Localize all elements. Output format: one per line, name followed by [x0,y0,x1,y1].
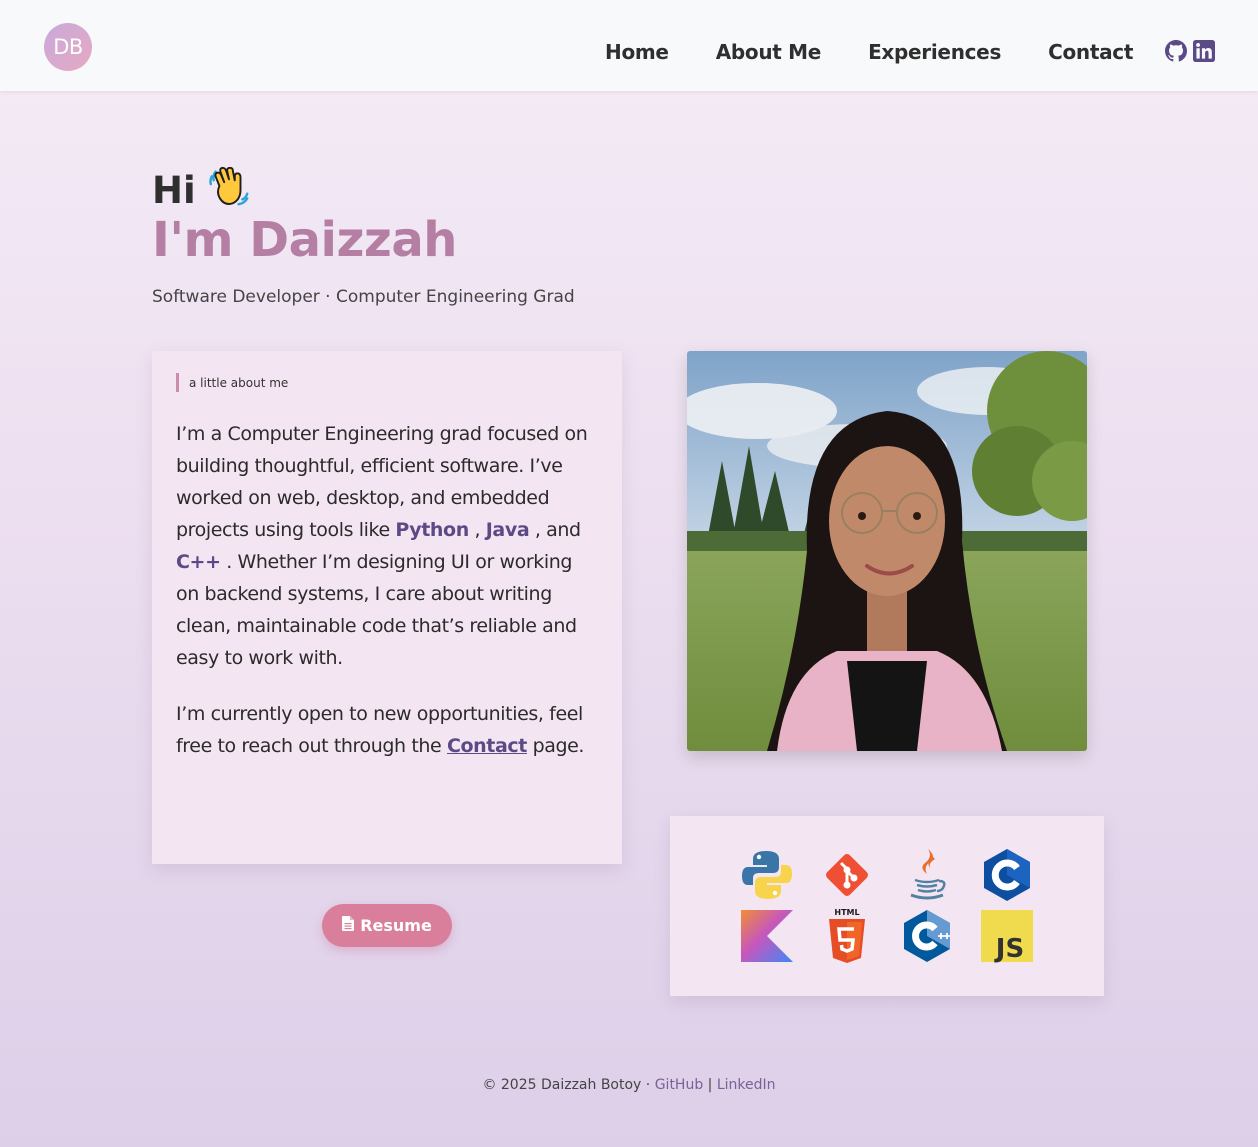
greeting-text: Hi [152,169,196,212]
js-label: JS [994,934,1024,963]
profile-photo [687,351,1087,751]
github-icon[interactable] [1165,40,1187,62]
about-card: a little about me I’m a Computer Enginee… [152,351,622,864]
java-icon [899,847,955,903]
contact-link[interactable]: Contact [447,735,527,757]
about-paragraph-1: I’m a Computer Engineering grad focused … [176,418,598,674]
waving-hand-icon [206,163,252,218]
linkedin-icon[interactable] [1193,40,1215,62]
javascript-icon: JS [979,908,1035,964]
nav-links: Home About Me Experiences Contact [605,40,1180,64]
hero-subtitle: Software Developer · Computer Engineerin… [152,287,575,307]
about-paragraph-2: I’m currently open to new opportunities,… [176,698,598,762]
footer: © 2025 Daizzah Botoy · GitHub | LinkedIn [0,1077,1258,1093]
footer-github-link[interactable]: GitHub [655,1077,704,1093]
html5-icon: HTML [819,908,875,964]
about-tag: a little about me [176,373,598,392]
about-text-segment: page. [526,735,585,757]
footer-linkedin-link[interactable]: LinkedIn [717,1077,776,1093]
file-icon [342,916,355,935]
about-text-segment: , and [529,519,581,541]
footer-copyright: © 2025 Daizzah Botoy · [482,1077,655,1093]
navbar: DB Home About Me Experiences Contact [0,0,1258,91]
python-icon [739,847,795,903]
resume-button[interactable]: Resume [322,904,452,947]
nav-home[interactable]: Home [605,40,669,64]
resume-label: Resume [360,916,432,935]
hero-name: I'm Daizzah [152,212,457,268]
about-text-segment: , [468,519,486,541]
lang-cplusplus: C++ [176,551,221,573]
lang-python: Python [395,519,469,541]
about-text: I’m a Computer Engineering grad focused … [176,418,598,762]
nav-experiences[interactable]: Experiences [868,40,1001,64]
cplusplus-icon [899,908,955,964]
lang-java: Java [485,519,530,541]
kotlin-icon [739,908,795,964]
footer-separator: | [703,1077,717,1093]
social-links [1165,40,1215,62]
html5-label: HTML [834,908,859,917]
skills-grid: HTML JS [739,847,1035,964]
c-icon [979,847,1035,903]
greeting: Hi [152,163,252,218]
logo[interactable]: DB [44,23,92,71]
about-text-segment: . Whether I’m designing UI or working on… [176,551,577,669]
git-icon [819,847,875,903]
nav-contact[interactable]: Contact [1048,40,1133,64]
skills-card: HTML JS [670,816,1104,996]
nav-about-me[interactable]: About Me [716,40,822,64]
